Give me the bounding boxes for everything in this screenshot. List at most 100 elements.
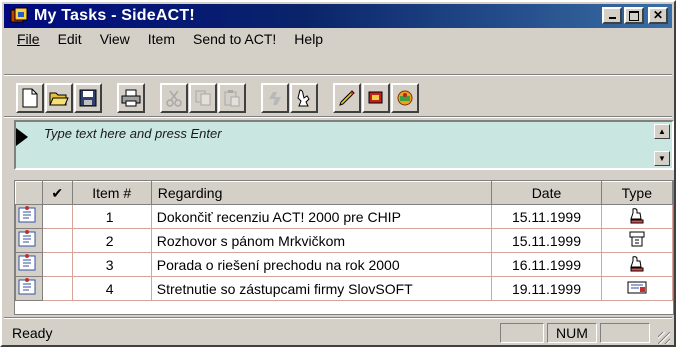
header-date[interactable]: Date xyxy=(491,181,602,205)
row-handle[interactable] xyxy=(15,228,43,253)
done-checkbox[interactable] xyxy=(41,252,73,277)
minimize-icon xyxy=(608,17,616,19)
entry-pointer-icon xyxy=(16,128,28,146)
status-text: Ready xyxy=(12,325,53,341)
done-checkbox[interactable] xyxy=(41,276,73,301)
date-cell[interactable]: 15.11.1999 xyxy=(491,228,602,253)
scroll-track[interactable] xyxy=(654,139,670,151)
paste-button[interactable] xyxy=(218,83,246,113)
close-icon: ✕ xyxy=(652,8,664,22)
new-button[interactable] xyxy=(16,83,44,113)
scroll-down-button[interactable]: ▼ xyxy=(654,151,670,166)
task-item-icon xyxy=(18,206,36,223)
menu-send-to-act-label: Send to ACT! xyxy=(193,31,277,47)
print-button[interactable] xyxy=(117,83,145,113)
task-item-icon xyxy=(18,254,36,271)
maximize-button[interactable] xyxy=(624,7,644,24)
task-entry-box[interactable]: Type text here and press Enter ▲ ▼ xyxy=(14,120,674,170)
task-table: ✔ Item # Regarding Date Type 1 Dokončiť … xyxy=(15,181,674,301)
menu-edit[interactable]: Edit xyxy=(49,30,91,50)
app-icon[interactable] xyxy=(10,7,28,25)
delete-icon xyxy=(269,92,281,105)
menu-help[interactable]: Help xyxy=(285,30,332,50)
toolbar-separator xyxy=(4,74,672,76)
regarding-cell[interactable]: Dokončiť recenziu ACT! 2000 pre CHIP xyxy=(150,204,493,229)
menu-help-label: Help xyxy=(294,31,324,47)
task-grid: ✔ Item # Regarding Date Type 1 Dokončiť … xyxy=(14,180,674,315)
status-panel-caps xyxy=(500,323,544,343)
table-row[interactable]: 3 Porada o riešení prechodu na rok 2000 … xyxy=(15,252,674,277)
type-cell[interactable] xyxy=(600,204,674,229)
status-bar: Ready NUM xyxy=(4,320,672,346)
contact-button[interactable] xyxy=(362,83,390,113)
edit-button[interactable] xyxy=(333,83,361,113)
menu-file[interactable]: File xyxy=(8,30,49,50)
app-window: My Tasks - SideACT! ✕ File Edit View Ite… xyxy=(0,0,676,347)
close-button[interactable]: ✕ xyxy=(648,7,668,24)
table-row[interactable]: 1 Dokončiť recenziu ACT! 2000 pre CHIP 1… xyxy=(15,204,674,229)
header-item-num[interactable]: Item # xyxy=(71,181,152,205)
status-panel-num: NUM xyxy=(547,323,597,343)
entry-scrollbar[interactable]: ▲ ▼ xyxy=(654,124,670,166)
task-item-icon xyxy=(18,278,36,295)
todo-icon xyxy=(627,281,647,294)
meeting-icon xyxy=(629,231,645,247)
save-icon xyxy=(79,89,97,107)
row-handle[interactable] xyxy=(15,204,43,229)
menu-bar: File Edit View Item Send to ACT! Help xyxy=(8,30,332,50)
table-row[interactable]: 2 Rozhovor s pánom Mrkvičkom 15.11.1999 xyxy=(15,228,674,253)
toolbar xyxy=(16,80,420,116)
copy-button[interactable] xyxy=(189,83,217,113)
open-icon xyxy=(49,92,69,106)
delete-button[interactable] xyxy=(261,83,289,113)
item-number: 2 xyxy=(71,228,152,253)
date-cell[interactable]: 19.11.1999 xyxy=(491,276,602,301)
menu-file-label: File xyxy=(17,31,40,47)
find-button[interactable] xyxy=(290,83,318,113)
window-title: My Tasks - SideACT! xyxy=(34,7,195,24)
scroll-up-icon: ▲ xyxy=(658,127,666,136)
status-panel-scroll xyxy=(600,323,650,343)
open-button[interactable] xyxy=(45,83,73,113)
cut-button[interactable] xyxy=(160,83,188,113)
contact-icon xyxy=(368,91,383,104)
regarding-cell[interactable]: Rozhovor s pánom Mrkvičkom xyxy=(150,228,493,253)
type-cell[interactable] xyxy=(600,228,674,253)
header-row-selector[interactable] xyxy=(15,181,43,205)
copy-icon xyxy=(195,90,211,106)
scroll-down-icon: ▼ xyxy=(658,154,666,163)
item-number: 4 xyxy=(71,276,152,301)
resize-grip[interactable] xyxy=(658,332,670,344)
menu-view[interactable]: View xyxy=(91,30,139,50)
scroll-up-button[interactable]: ▲ xyxy=(654,124,670,139)
header-type[interactable]: Type xyxy=(600,181,674,205)
new-icon xyxy=(22,88,38,108)
schedule-button[interactable] xyxy=(391,83,419,113)
row-handle[interactable] xyxy=(15,276,43,301)
type-cell[interactable] xyxy=(600,252,674,277)
row-handle[interactable] xyxy=(15,252,43,277)
call-icon xyxy=(630,208,644,224)
header-done[interactable]: ✔ xyxy=(41,181,73,205)
menu-send-to-act[interactable]: Send to ACT! xyxy=(184,30,285,50)
done-checkbox[interactable] xyxy=(41,228,73,253)
type-cell[interactable] xyxy=(600,276,674,301)
regarding-cell[interactable]: Porada o riešení prechodu na rok 2000 xyxy=(150,252,493,277)
menu-edit-label: Edit xyxy=(57,31,82,47)
title-bar[interactable]: My Tasks - SideACT! ✕ xyxy=(4,4,672,28)
header-regarding[interactable]: Regarding xyxy=(150,181,493,205)
date-cell[interactable]: 16.11.1999 xyxy=(491,252,602,277)
table-row[interactable]: 4 Stretnutie so zástupcami firmy SlovSOF… xyxy=(15,276,674,301)
regarding-cell[interactable]: Stretnutie so zástupcami firmy SlovSOFT xyxy=(150,276,493,301)
save-button[interactable] xyxy=(74,83,102,113)
minimize-button[interactable] xyxy=(602,7,622,24)
done-checkbox[interactable] xyxy=(41,204,73,229)
date-cell[interactable]: 15.11.1999 xyxy=(491,204,602,229)
print-icon xyxy=(121,89,141,107)
menu-view-label: View xyxy=(99,31,130,47)
menu-item[interactable]: Item xyxy=(139,30,184,50)
find-icon xyxy=(297,89,310,107)
cut-icon xyxy=(166,90,182,107)
item-number: 3 xyxy=(71,252,152,277)
task-entry-input[interactable]: Type text here and press Enter xyxy=(44,126,222,141)
